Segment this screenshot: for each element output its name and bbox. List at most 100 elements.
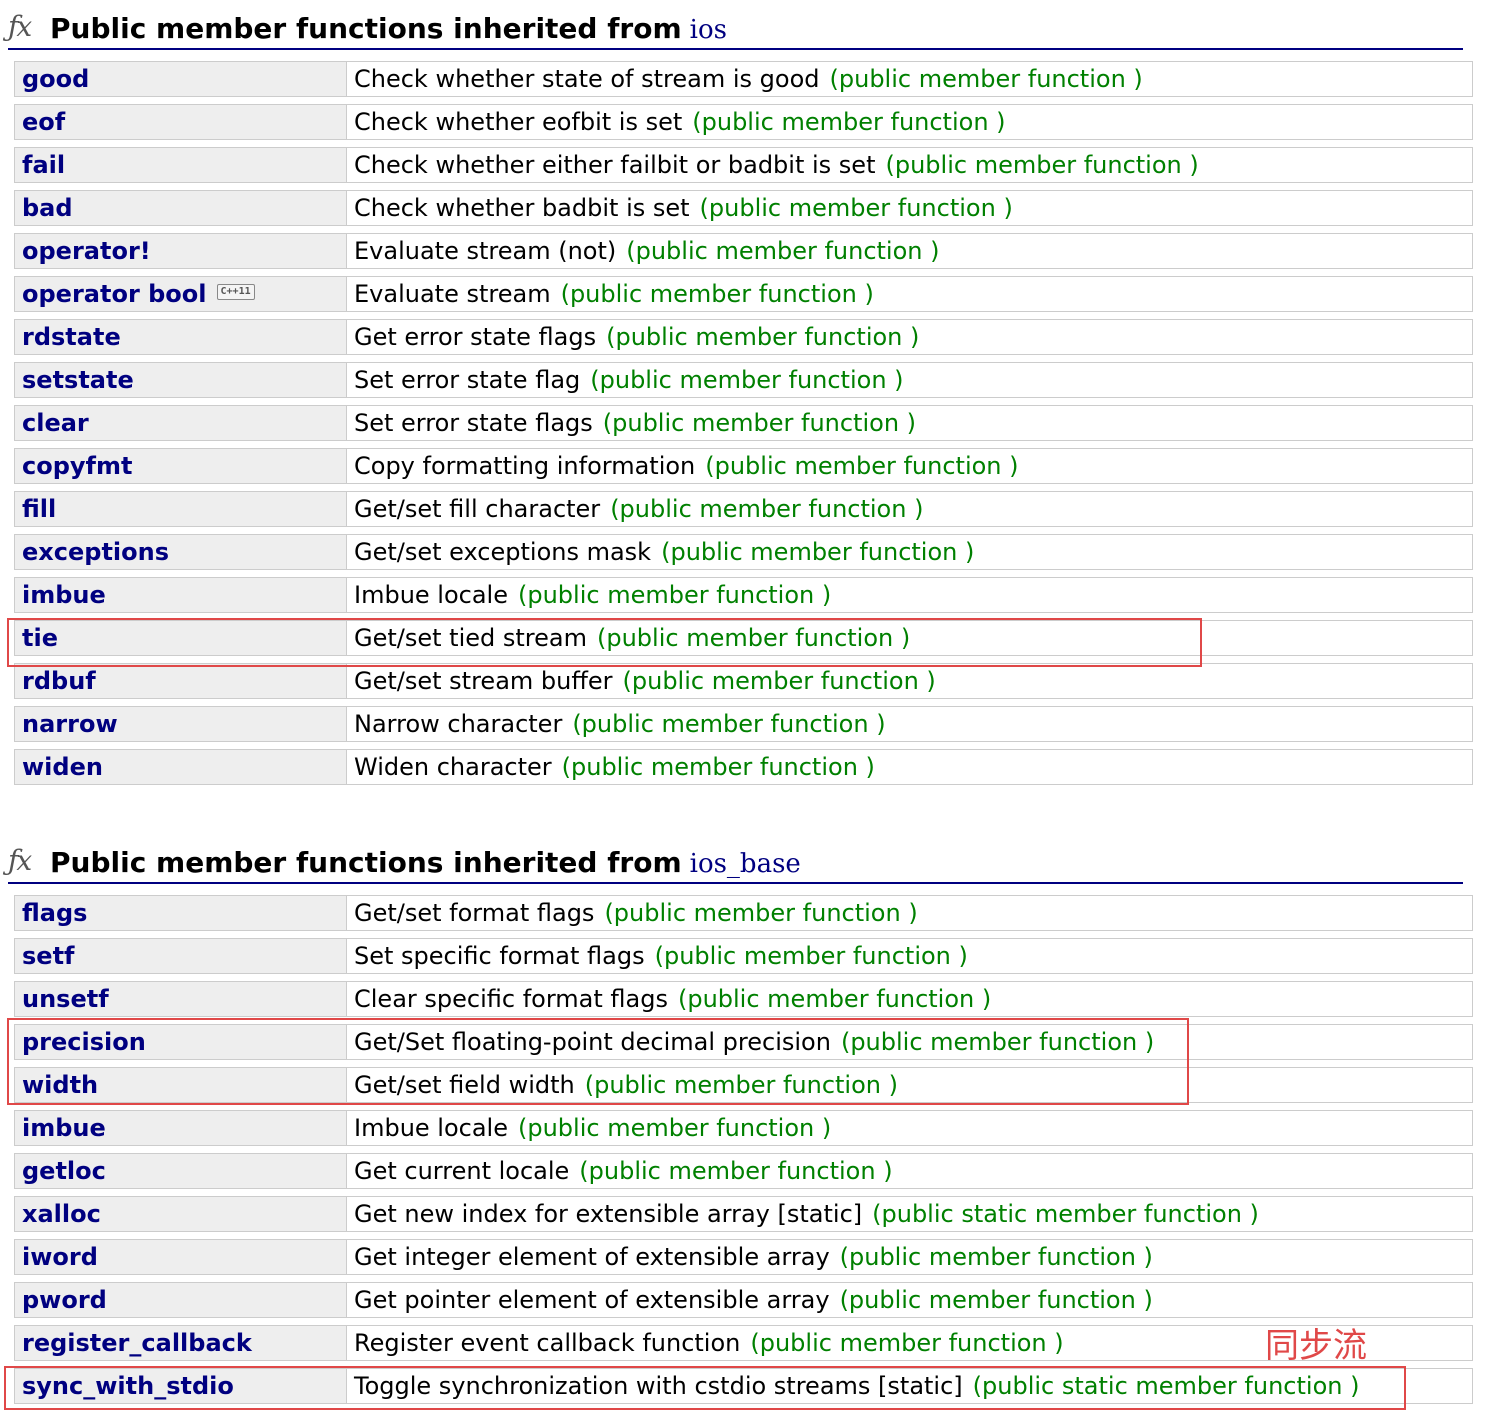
member-name-cell: unsetf <box>14 981 353 1017</box>
member-kind-label: (public member function ) <box>839 1286 1153 1314</box>
member-kind-label: (public member function ) <box>661 538 975 566</box>
member-description-cell: Imbue locale (public member function ) <box>346 577 1473 613</box>
member-name-cell: rdstate <box>14 319 353 355</box>
member-name-cell: fill <box>14 491 353 527</box>
member-kind-label: (public member function ) <box>517 1114 832 1142</box>
member-description-cell: Check whether state of stream is good (pu… <box>346 61 1473 97</box>
member-name-link[interactable]: getloc <box>22 1157 106 1185</box>
table-row: clear Set error state flags (public member… <box>14 405 1473 441</box>
member-name-link[interactable]: imbue <box>22 1114 106 1142</box>
member-name-link[interactable]: pword <box>22 1286 107 1314</box>
member-name-cell: imbue <box>14 577 353 613</box>
member-kind-label: (public member function ) <box>840 1028 1155 1056</box>
member-description-cell: Get error state flags (public member func… <box>346 319 1473 355</box>
member-description: Check whether either failbit or badbit i… <box>354 151 876 179</box>
table-row: exceptions Get/set exceptions mask (public… <box>14 534 1473 570</box>
member-description-cell: Get/Set floating-point decimal precision… <box>346 1024 1473 1060</box>
member-description-cell: Get pointer element of extensible array (… <box>346 1282 1473 1318</box>
table-row: operator bool C++11 Evaluate stream (public… <box>14 276 1473 312</box>
member-description: Get/set tied stream <box>354 624 587 652</box>
member-name-link[interactable]: good <box>22 65 89 93</box>
table-row: setstate Set error state flag (public memb… <box>14 362 1473 398</box>
member-name-link[interactable]: xalloc <box>22 1200 101 1228</box>
member-name-link[interactable]: setf <box>22 942 74 970</box>
member-description-cell: Narrow character (public member function … <box>346 706 1473 742</box>
table-row: xalloc Get new index for extensible array… <box>14 1196 1473 1232</box>
table-row: tie Get/set tied stream (public member fun… <box>14 620 1473 656</box>
member-description-cell: Evaluate stream (public member function ) <box>346 276 1473 312</box>
member-name-link[interactable]: eof <box>22 108 65 136</box>
section-class-link[interactable]: ios <box>690 15 727 45</box>
member-name-link[interactable]: rdbuf <box>22 667 96 695</box>
table-row: fail Check whether either failbit or badb… <box>14 147 1473 183</box>
member-kind-label: (public member function ) <box>699 194 1013 222</box>
member-description-cell: Evaluate stream (not) (public member func… <box>346 233 1473 269</box>
member-name-cell: sync_with_stdio <box>14 1368 353 1404</box>
member-name-link[interactable]: fail <box>22 151 65 179</box>
section-class-link[interactable]: ios_base <box>690 849 801 879</box>
member-kind-label: (public member function ) <box>590 366 904 394</box>
member-name-cell: register_callback <box>14 1325 353 1361</box>
member-name-cell: rdbuf <box>14 663 353 699</box>
member-name-cell: operator bool C++11 <box>14 276 353 312</box>
member-name-link[interactable]: clear <box>22 409 89 437</box>
member-description-cell: Get/set fill character (public member fun… <box>346 491 1473 527</box>
section-header: ƒx Public member functions inherited fro… <box>8 8 1463 50</box>
member-name-link[interactable]: widen <box>22 753 103 781</box>
member-name-link[interactable]: tie <box>22 624 58 652</box>
section-title: Public member functions inherited from io… <box>50 12 727 45</box>
table-row: unsetf Clear specific format flags (public… <box>14 981 1473 1017</box>
member-description-cell: Widen character (public member function ) <box>346 749 1473 785</box>
member-name-link[interactable]: setstate <box>22 366 134 394</box>
member-kind-label: (public member function ) <box>610 495 924 523</box>
member-description: Imbue locale <box>354 581 508 609</box>
member-kind-label: (public member function ) <box>750 1329 1064 1357</box>
member-name-cell: pword <box>14 1282 353 1318</box>
member-name-link[interactable]: unsetf <box>22 985 109 1013</box>
member-description: Narrow character <box>354 710 563 738</box>
member-name-link[interactable]: precision <box>22 1028 146 1056</box>
member-name-link[interactable]: fill <box>22 495 56 523</box>
member-name-link[interactable]: iword <box>22 1243 98 1271</box>
member-name-link[interactable]: bad <box>22 194 73 222</box>
member-kind-label: (public member function ) <box>692 108 1006 136</box>
member-description: Get/set fill character <box>354 495 601 523</box>
member-name-link[interactable]: operator! <box>22 237 151 265</box>
table-row: fill Get/set fill character (public member… <box>14 491 1473 527</box>
member-name-cell: bad <box>14 190 353 226</box>
member-name-link[interactable]: copyfmt <box>22 452 132 480</box>
member-name-link[interactable]: rdstate <box>22 323 121 351</box>
member-description: Evaluate stream (not) <box>354 237 617 265</box>
table-row: narrow Narrow character (public member fun… <box>14 706 1473 742</box>
member-name-cell: xalloc <box>14 1196 353 1232</box>
member-kind-label: (public static member function ) <box>872 1200 1259 1228</box>
member-kind-label: (public member function ) <box>579 1157 893 1185</box>
member-kind-label: (public member function ) <box>561 753 875 781</box>
member-kind-label: (public member function ) <box>517 581 832 609</box>
member-name-link[interactable]: imbue <box>22 581 106 609</box>
member-name-link[interactable]: exceptions <box>22 538 169 566</box>
member-kind-label: (public member function ) <box>705 452 1019 480</box>
member-name-link[interactable]: width <box>22 1071 98 1099</box>
member-name-cell: flags <box>14 895 353 931</box>
member-kind-label: (public member function ) <box>584 1071 898 1099</box>
section-header: ƒx Public member functions inherited fro… <box>8 842 1463 884</box>
member-kind-label: (public member function ) <box>839 1243 1153 1271</box>
member-name-link[interactable]: flags <box>22 899 87 927</box>
member-description: Get/set format flags <box>354 899 595 927</box>
member-name-cell: setstate <box>14 362 353 398</box>
member-name-link[interactable]: operator bool <box>22 280 207 308</box>
member-name-link[interactable]: narrow <box>22 710 118 738</box>
member-name-link[interactable]: sync_with_stdio <box>22 1372 234 1400</box>
member-description: Set error state flag <box>354 366 581 394</box>
member-description-cell: Check whether either failbit or badbit i… <box>346 147 1473 183</box>
table-row: imbue Imbue locale (public member function… <box>14 577 1473 613</box>
table-row: flags Get/set format flags (public member … <box>14 895 1473 931</box>
member-name-link[interactable]: register_callback <box>22 1329 252 1357</box>
member-description: Check whether eofbit is set <box>354 108 683 136</box>
member-kind-label: (public member function ) <box>622 667 936 695</box>
member-kind-label: (public static member function ) <box>972 1372 1360 1400</box>
member-description: Copy formatting information <box>354 452 696 480</box>
member-description-cell: Check whether eofbit is set (public membe… <box>346 104 1473 140</box>
member-description: Get pointer element of extensible array <box>354 1286 830 1314</box>
